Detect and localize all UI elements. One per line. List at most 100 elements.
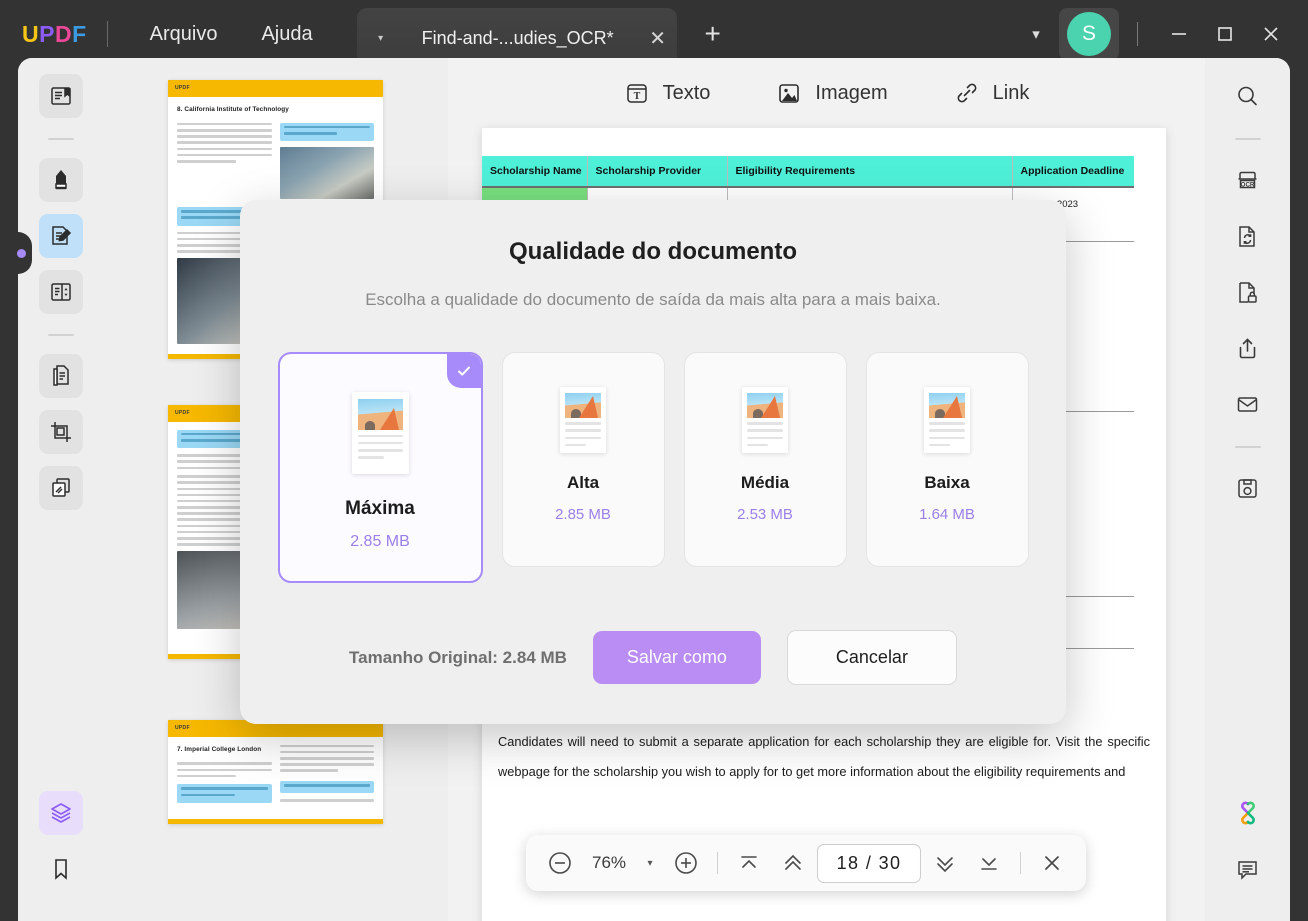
share-icon[interactable] [1226,326,1270,370]
previous-page-button[interactable] [773,843,813,883]
next-page-button[interactable] [925,843,965,883]
sidebar-convert-icon[interactable] [39,354,83,398]
total-pages: 30 [879,853,902,873]
zoom-in-button[interactable] [666,843,706,883]
quality-option-name: Máxima [345,498,415,520]
sidebar-bookmark-icon[interactable] [39,847,83,891]
quality-option-baixa[interactable]: Baixa 1.64 MB [866,352,1029,567]
new-tab-button[interactable]: + [693,18,733,50]
thumbnail-badge [280,123,375,141]
quality-option-size: 2.85 MB [350,533,410,551]
tab-title: Find-and-...udies_OCR* [397,28,639,49]
sidebar-crop-icon[interactable] [39,410,83,454]
tool-texto-label: Texto [663,82,711,105]
convert-file-icon[interactable] [1226,214,1270,258]
quality-option-maxima[interactable]: Máxima 2.85 MB [278,352,483,583]
thumbnail-columns [177,123,374,199]
sidebar-layers-icon[interactable] [39,791,83,835]
sidebar-form-icon[interactable] [39,270,83,314]
right-rail-bottom [1226,791,1270,921]
thumbnail-logo: UPDF [175,724,190,733]
text-box-icon: T [624,80,650,106]
comment-icon[interactable] [1226,847,1270,891]
preview-image [747,393,783,418]
zoom-level-value[interactable]: 76% [584,853,634,873]
column-header-scholarship-name: Scholarship Name [482,156,587,187]
titlebar-right-controls: ▾ S [1013,8,1308,60]
right-rail-divider [1235,138,1261,140]
quality-preview-thumbnail [742,387,788,453]
link-icon [954,80,980,106]
image-icon [776,80,802,106]
quality-option-alta[interactable]: Alta 2.85 MB [502,352,665,567]
thumbnail-badge-2 [280,781,375,793]
thumbnail-col-left: 7. Imperial College London [177,745,272,809]
email-icon[interactable] [1226,382,1270,426]
tool-link-label: Link [993,82,1030,105]
thumbnail-header-band: UPDF [168,80,383,97]
close-icon[interactable] [1248,11,1294,57]
thumbnail-badge [177,784,272,802]
tool-texto[interactable]: T Texto [624,80,711,106]
quality-preview-thumbnail [924,387,970,453]
thumbnail-heading: 8. California Institute of Technology [177,105,374,116]
tool-imagem[interactable]: Imagem [776,80,887,106]
left-rail-bottom [39,791,83,921]
thumbnail-page[interactable]: UPDF 7. Imperial College London [168,720,383,824]
right-rail-divider-2 [1235,446,1261,448]
search-icon[interactable] [1226,74,1270,118]
menu-arquivo[interactable]: Arquivo [136,17,232,52]
preview-image [358,399,403,430]
check-icon [447,354,481,388]
protect-document-icon[interactable] [1226,270,1270,314]
thumbnail-col-right [280,745,375,809]
thumbnail-body: 7. Imperial College London [168,737,383,819]
quality-option-media[interactable]: Média 2.53 MB [684,352,847,567]
menu-ajuda[interactable]: Ajuda [247,17,326,52]
compress-save-icon[interactable] [1226,466,1270,510]
avatar: S [1067,12,1111,56]
document-quality-dialog[interactable]: Qualidade do documento Escolha a qualida… [240,200,1066,724]
sidebar-collapse-handle[interactable] [10,232,32,274]
original-size-label: Tamanho Original: 2.84 MB [349,648,567,668]
svg-text:OCR: OCR [1241,181,1255,188]
chevron-down-icon[interactable]: ▾ [1013,25,1059,43]
sidebar-annotate-icon[interactable] [39,158,83,202]
quality-option-name: Média [741,473,789,493]
sidebar-edit-pdf-icon[interactable] [39,214,83,258]
first-page-button[interactable] [729,843,769,883]
account-button[interactable]: S [1059,8,1119,60]
quality-options: Máxima 2.85 MB Alta 2.85 MB [240,352,1066,583]
page-separator: / [866,853,872,873]
maximize-icon[interactable] [1202,11,1248,57]
sidebar-reader-icon[interactable] [39,74,83,118]
sidebar-organize-pages-icon[interactable] [39,466,83,510]
tab-dropdown-caret-icon[interactable]: ▾ [365,33,397,44]
edit-toolbar: T Texto Imagem [448,58,1205,128]
page-number-field[interactable]: 18 / 30 [817,844,921,883]
zoom-out-button[interactable] [540,843,580,883]
right-tool-rail: OCR [1205,58,1290,921]
how-to-apply-paragraph: Candidates will need to submit a separat… [498,727,1150,787]
page-navigation-bar[interactable]: 76% ▾ 18 / 30 [526,835,1086,891]
tab-close-icon[interactable]: ✕ [639,26,677,51]
ocr-icon[interactable]: OCR [1226,158,1270,202]
thumbnail-logo: UPDF [175,409,190,418]
chevron-down-icon[interactable]: ▾ [638,858,662,869]
titlebar-divider [107,21,108,47]
svg-text:T: T [633,91,640,102]
minimize-icon[interactable] [1156,11,1202,57]
quality-option-name: Baixa [924,473,969,493]
logo-letter-u: U [22,21,39,48]
logo-letter-p: P [39,21,55,48]
tool-link[interactable]: Link [954,80,1030,106]
table-head: Scholarship Name Scholarship Provider El… [482,156,1134,187]
preview-image [929,393,965,418]
last-page-button[interactable] [969,843,1009,883]
pagebar-divider [717,852,718,874]
tool-imagem-label: Imagem [815,82,887,105]
save-as-button[interactable]: Salvar como [593,631,761,684]
close-pagebar-button[interactable] [1032,843,1072,883]
cancel-button[interactable]: Cancelar [787,630,957,685]
updf-ai-icon[interactable] [1226,791,1270,835]
